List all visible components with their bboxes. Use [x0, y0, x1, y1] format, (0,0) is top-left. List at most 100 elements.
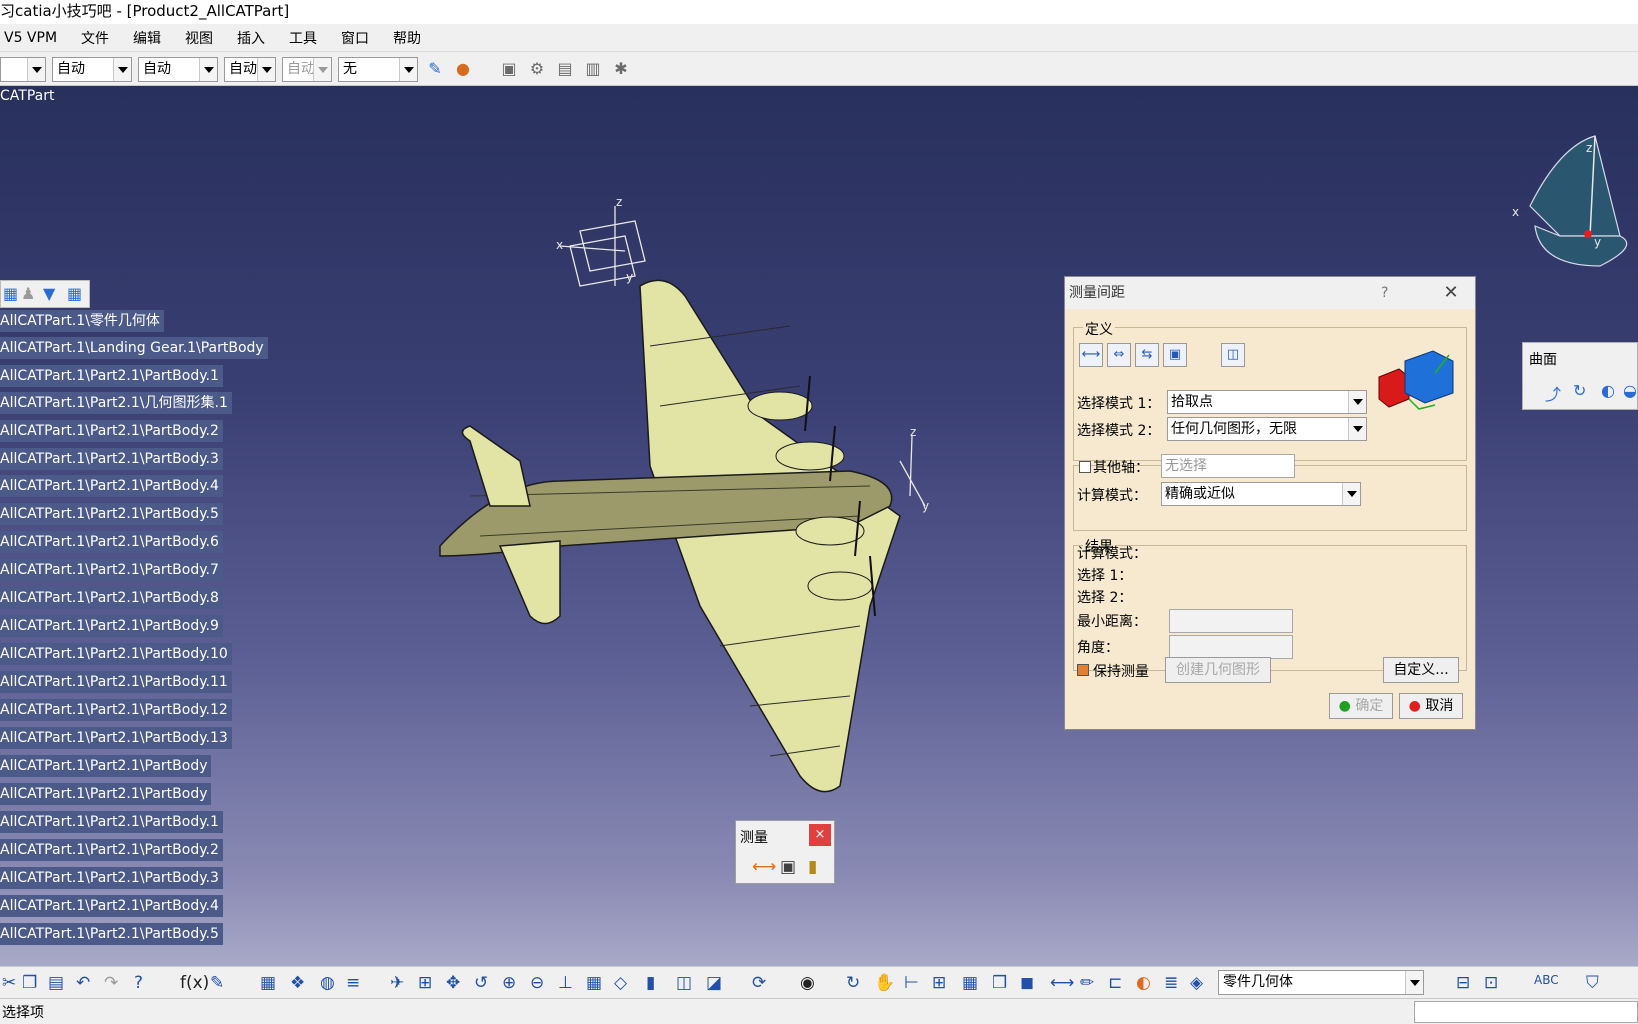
hierarchy-icon[interactable]: ⊏	[1108, 973, 1122, 993]
tree-item[interactable]: AllCATPart.1\Part2.1\PartBody.10	[0, 643, 232, 665]
shading-icon[interactable]: ▮	[646, 973, 655, 993]
shirt-icon[interactable]: ▼	[43, 284, 55, 303]
swap-space-icon[interactable]: ◪	[706, 973, 722, 993]
calc-mode-combo[interactable]: 精确或近似	[1161, 482, 1361, 506]
measure-icon[interactable]: ⟷	[1050, 973, 1074, 993]
tree-icon[interactable]: ❖	[290, 973, 305, 993]
cancel-button[interactable]: ● 取消	[1399, 693, 1463, 719]
copy-icon[interactable]: ❐	[22, 973, 37, 993]
tree-item[interactable]: AllCATPart.1\Part2.1\PartBody.11	[0, 671, 232, 693]
menu-file[interactable]: 文件	[72, 28, 118, 48]
tree-item[interactable]: AllCATPart.1\Part2.1\PartBody.7	[0, 559, 223, 581]
grid-icon[interactable]: ▦	[3, 284, 18, 303]
normal-view-icon[interactable]: ⊥	[558, 973, 573, 993]
help-button[interactable]: ?	[1381, 277, 1388, 309]
fit-all-icon[interactable]: ⊞	[418, 973, 432, 993]
settings-icon[interactable]: ✱	[610, 59, 632, 79]
customize-button[interactable]: 自定义...	[1383, 657, 1459, 683]
other-axis-input[interactable]: 无选择	[1161, 454, 1295, 478]
current-body-combo[interactable]: 零件几何体	[1218, 970, 1424, 995]
menu-view[interactable]: 视图	[176, 28, 222, 48]
tree-item[interactable]: AllCATPart.1\Part2.1\PartBody.2	[0, 420, 223, 442]
copy-icon[interactable]: ▤	[554, 59, 576, 79]
color-combo[interactable]	[0, 57, 46, 82]
sphere-surface-icon[interactable]: ◐	[1601, 381, 1615, 400]
measure-between-icon[interactable]: ⟷	[752, 857, 776, 877]
tree-item[interactable]: AllCATPart.1\Part2.1\PartBody.4	[0, 475, 223, 497]
whats-this-icon[interactable]: ?	[134, 973, 143, 993]
users-icon[interactable]: ♟	[21, 284, 35, 303]
tree-item[interactable]: AllCATPart.1\Part2.1\PartBody	[0, 783, 212, 805]
tree-item[interactable]: AllCATPart.1\Part2.1\PartBody.3	[0, 448, 223, 470]
gear-icon[interactable]: ⚙	[526, 59, 548, 79]
list-icon[interactable]: ≣	[1164, 973, 1178, 993]
split-icon[interactable]: ⊡	[1484, 973, 1498, 993]
tree-item[interactable]: AllCATPart.1\零件几何体	[0, 310, 164, 332]
pencil-icon[interactable]: ✏	[1080, 973, 1094, 993]
tree-item[interactable]: AllCATPart.1\Part2.1\PartBody.5	[0, 503, 223, 525]
create-geometry-button[interactable]: 创建几何图形	[1165, 657, 1271, 683]
fly-icon[interactable]: ✈	[390, 973, 404, 993]
menu-insert[interactable]: 插入	[228, 28, 274, 48]
point-symbol-combo[interactable]: 自动	[224, 57, 276, 82]
keep-measure-checkbox[interactable]	[1077, 664, 1089, 676]
tree-item[interactable]: AllCATPart.1\Part2.1\PartBody.5	[0, 923, 223, 945]
tree-item[interactable]: AllCATPart.1\Part2.1\PartBody.1	[0, 365, 223, 387]
tree-item[interactable]: AllCATPart.1\Part2.1\PartBody.3	[0, 867, 223, 889]
multi-view-icon[interactable]: ▦	[586, 973, 602, 993]
menu-window[interactable]: 窗口	[332, 28, 378, 48]
cube-icon[interactable]: ❒	[992, 973, 1007, 993]
shield-icon[interactable]: ⛉	[1586, 973, 1599, 993]
properties-icon[interactable]: ▣	[498, 59, 520, 79]
compass[interactable]	[1529, 135, 1628, 267]
menu-v5vpm[interactable]: V5 VPM	[0, 30, 66, 46]
pan-icon[interactable]: ✥	[446, 973, 460, 993]
tree-item[interactable]: AllCATPart.1\Part2.1\几何图形集.1	[0, 392, 232, 414]
lock-icon[interactable]: ◍	[320, 973, 335, 993]
layer-combo[interactable]: 无	[338, 57, 418, 82]
measure-item-mode-icon[interactable]: ▣	[1163, 343, 1187, 367]
layer-icon[interactable]: ◈	[1190, 973, 1203, 993]
apps-icon[interactable]: ▦	[67, 284, 82, 303]
snap-icon[interactable]: ▦	[962, 973, 978, 993]
box-icon[interactable]: ◼	[1020, 973, 1034, 993]
formula-icon[interactable]: f(x)	[180, 973, 209, 993]
ok-button[interactable]: ● 确定	[1329, 693, 1393, 719]
other-axis-checkbox[interactable]	[1079, 461, 1091, 473]
menu-help[interactable]: 帮助	[384, 28, 430, 48]
measure-item-icon[interactable]: ▣	[780, 857, 796, 877]
spell-check-icon[interactable]: ABC	[1534, 973, 1559, 987]
update-icon[interactable]: ⟳	[752, 973, 766, 993]
extrude-surface-icon[interactable]: ⤴	[1545, 381, 1561, 405]
tree-item[interactable]: AllCATPart.1\Part2.1\PartBody.1	[0, 811, 223, 833]
tree-item[interactable]: AllCATPart.1\Landing Gear.1\PartBody	[0, 337, 268, 359]
transparency-combo[interactable]: 自动	[282, 57, 332, 82]
hide-show-icon[interactable]: ◫	[676, 973, 692, 993]
paint-icon[interactable]: ●	[452, 59, 474, 79]
iso-view-icon[interactable]: ◇	[614, 973, 627, 993]
revolve-surface-icon[interactable]: ↻	[1573, 381, 1586, 400]
refresh-icon[interactable]: ↻	[846, 973, 860, 993]
tree-item[interactable]: AllCATPart.1\Part2.1\PartBody.12	[0, 699, 232, 721]
dialog-close-button[interactable]: ✕	[1439, 277, 1463, 309]
paste-icon[interactable]: ▥	[582, 59, 604, 79]
camera-icon[interactable]: ◉	[800, 973, 815, 993]
measure-inertia-icon[interactable]: ▮	[808, 857, 817, 877]
tree-item[interactable]: AllCATPart.1\Part2.1\PartBody.4	[0, 895, 223, 917]
zoom-out-icon[interactable]: ⊖	[530, 973, 544, 993]
tree-item[interactable]: AllCATPart.1\Part2.1\PartBody.13	[0, 727, 232, 749]
tree-item[interactable]: AllCATPart.1\Part2.1\PartBody.6	[0, 531, 223, 553]
command-input[interactable]	[1414, 1001, 1638, 1023]
chain-mode-icon[interactable]: ⇔	[1107, 343, 1131, 367]
measure-thickness-icon[interactable]: ◫	[1221, 343, 1245, 367]
sort-icon[interactable]: ≡	[346, 973, 360, 993]
window-icon[interactable]: ⊟	[1456, 973, 1470, 993]
grid-icon[interactable]: ⊞	[932, 973, 946, 993]
redo-icon[interactable]: ↷	[104, 973, 118, 993]
measure-between-mode-icon[interactable]: ⟷	[1079, 343, 1103, 367]
axis-icon[interactable]: ⊢	[904, 973, 919, 993]
line-weight-combo[interactable]: 自动	[138, 57, 218, 82]
cut-icon[interactable]: ✂	[2, 973, 16, 993]
undo-icon[interactable]: ↶	[76, 973, 90, 993]
rotate-icon[interactable]: ↺	[474, 973, 488, 993]
